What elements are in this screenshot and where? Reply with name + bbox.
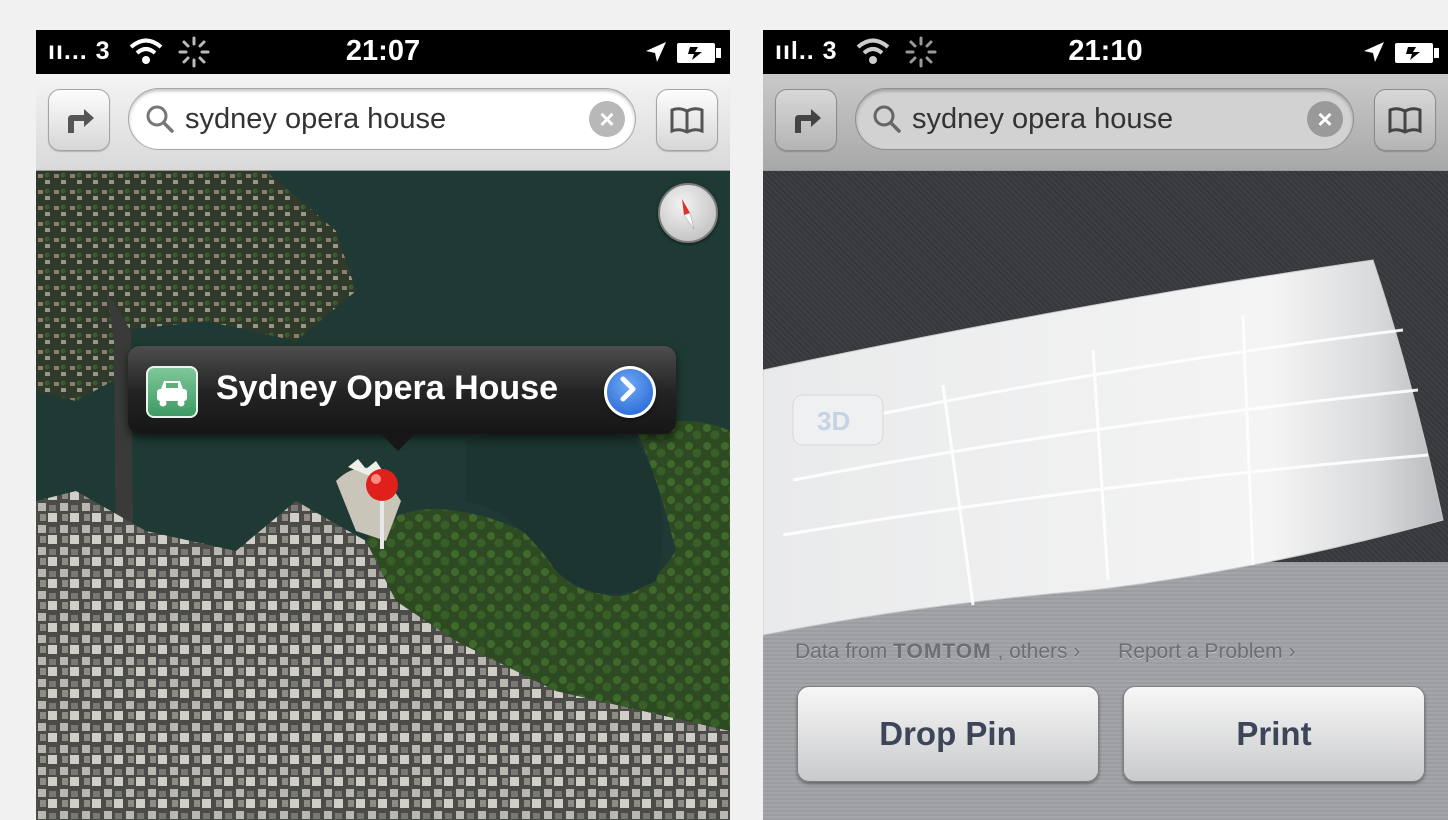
curled-map-page[interactable]: 3D: [763, 220, 1448, 640]
compass-needle-icon: [682, 199, 695, 230]
search-toolbar: sydney opera house ×: [36, 74, 730, 171]
status-bar: ıı... 3 21:07: [36, 30, 730, 74]
callout-pointer: [380, 433, 416, 451]
search-field[interactable]: sydney opera house ×: [128, 88, 636, 150]
report-problem-link[interactable]: Report a Problem ›: [1118, 640, 1295, 663]
location-arrow-icon: [1364, 42, 1384, 62]
data-source-label: Data from: [795, 640, 888, 663]
status-time: 21:10: [1068, 35, 1143, 67]
map-credits: Data from TOMTOM , others › Report a Pro…: [795, 640, 1295, 664]
search-icon: [873, 105, 901, 133]
compass-button[interactable]: [658, 183, 718, 243]
directions-button[interactable]: [775, 89, 837, 151]
book-icon: [1388, 107, 1422, 134]
car-glyph: [157, 381, 187, 407]
book-icon: [670, 107, 704, 134]
battery-charging-icon: [677, 43, 721, 63]
search-toolbar: sydney opera house ×: [763, 74, 1448, 171]
3d-toggle-label: 3D: [817, 406, 850, 436]
bookmarks-button[interactable]: [656, 89, 718, 151]
directions-arrow-icon: [795, 109, 821, 133]
others-link[interactable]: , others ›: [997, 640, 1080, 663]
drop-pin-button[interactable]: Drop Pin: [797, 686, 1099, 782]
phone-screen-left: ıı... 3 21:07 sydney opera house × Sydne…: [36, 30, 730, 820]
clear-search-button[interactable]: ×: [589, 101, 625, 137]
location-callout[interactable]: Sydney Opera House: [128, 346, 676, 451]
search-icon: [146, 105, 174, 133]
search-query: sydney opera house: [185, 103, 447, 135]
detail-disclosure-button[interactable]: [604, 366, 656, 418]
status-bar: ııl.. 3 21:10: [763, 30, 1448, 74]
red-map-pin-icon[interactable]: [362, 467, 402, 551]
callout-title: Sydney Opera House: [216, 369, 559, 407]
car-icon[interactable]: [146, 366, 198, 418]
search-query: sydney opera house: [912, 103, 1174, 135]
chevron-right-icon: ›: [1288, 640, 1296, 663]
chevron-right-icon: [620, 376, 636, 402]
phone-screen-right: ııl.. 3 21:10 sydney opera house × 3D Da…: [763, 30, 1448, 820]
battery-charging-icon: [1395, 43, 1439, 63]
clear-search-button[interactable]: ×: [1307, 101, 1343, 137]
status-time: 21:07: [345, 35, 421, 67]
satellite-map[interactable]: Sydney Opera House: [36, 171, 730, 820]
location-arrow-icon: [646, 42, 666, 62]
print-button[interactable]: Print: [1123, 686, 1425, 782]
chevron-right-icon: ›: [1073, 640, 1081, 663]
directions-button[interactable]: [48, 89, 110, 151]
close-icon: ×: [599, 104, 615, 134]
close-icon: ×: [1317, 104, 1333, 134]
directions-arrow-icon: [68, 109, 94, 133]
bookmarks-button[interactable]: [1374, 89, 1436, 151]
tomtom-logo: TOMTOM: [893, 640, 992, 663]
search-field[interactable]: sydney opera house ×: [855, 88, 1354, 150]
